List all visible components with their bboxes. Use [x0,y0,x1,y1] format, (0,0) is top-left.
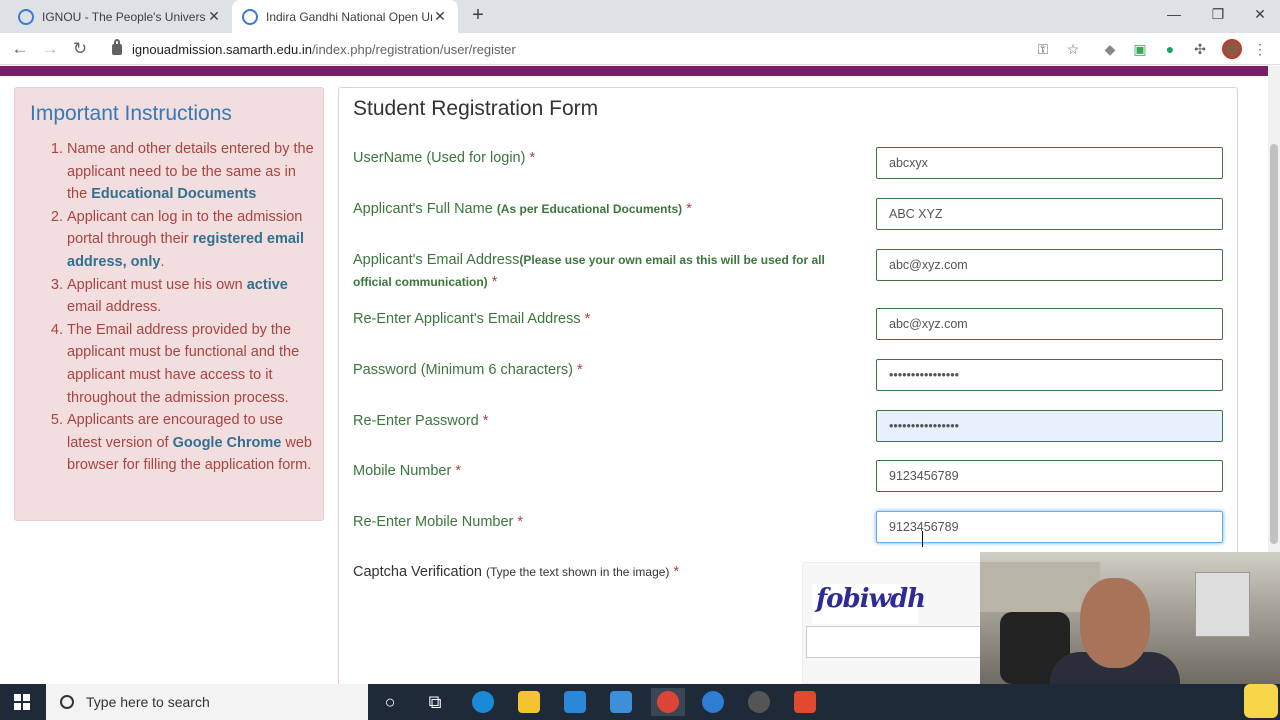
taskbar-search-placeholder: Type here to search [86,694,210,710]
address-bar[interactable]: ignouadmission.samarth.edu.in /index.php… [104,36,1224,62]
maximize-icon[interactable]: ❐ [1196,0,1240,30]
username-label: UserName (Used for login) * [353,150,536,166]
windows-start-icon[interactable] [14,694,30,710]
back-icon[interactable]: ← [8,37,32,61]
text-cursor-icon [922,531,924,547]
scrollbar-thumb[interactable] [1270,144,1278,544]
mail-icon[interactable] [607,688,635,716]
extension-icon[interactable]: ◆ [1102,41,1118,57]
instructions-panel: Important Instructions Name and other de… [14,87,324,521]
instructions-list: Name and other details entered by the ap… [30,138,320,477]
url-domain: ignouadmission.samarth.edu.in [132,41,312,57]
mobile-confirm-label: Re-Enter Mobile Number * [353,514,524,530]
webcam-overlay [980,552,1280,684]
profile-avatar[interactable] [1222,39,1242,59]
taskbar-search[interactable]: Type here to search [46,684,368,720]
ignou-favicon-icon [18,8,34,25]
captcha-image: fobiwdh [812,584,926,624]
instruction-item: Applicant must use his own active email … [67,274,320,319]
password-confirm-label: Re-Enter Password * [353,413,489,429]
email-confirm-input[interactable] [876,308,1223,340]
captcha-label: Captcha Verification (Type the text show… [353,564,680,580]
tab-title: IGNOU - The People's University [42,9,206,24]
lock-icon [112,38,122,55]
password-input[interactable] [876,359,1223,391]
key-icon[interactable]: ⚿ [1035,41,1051,57]
close-tab-icon[interactable]: ✕ [206,8,222,25]
webcam-poster [1195,572,1250,637]
fullname-label: Applicant's Full Name (As per Educationa… [353,201,692,217]
instruction-item: Applicants are encouraged to use latest … [67,409,320,477]
star-icon[interactable]: ☆ [1065,41,1081,57]
captcha-input[interactable] [806,626,982,658]
mobile-confirm-input[interactable] [876,511,1223,543]
network-app-icon[interactable] [699,688,727,716]
password-confirm-input[interactable] [876,410,1223,442]
store-icon[interactable] [561,688,589,716]
header-bar [0,66,1268,76]
cortana-icon[interactable]: ○ [376,688,404,716]
edge-icon[interactable] [469,688,497,716]
tab-registration[interactable]: Indira Gandhi National Open Uni ✕ [232,0,458,33]
form-title: Student Registration Form [353,97,599,120]
puzzle-icon[interactable]: ✣ [1192,41,1208,57]
media-app-icon[interactable] [745,688,773,716]
hangouts-icon[interactable]: ● [1162,41,1178,57]
task-view-icon[interactable]: ⧉ [421,688,449,716]
file-explorer-icon[interactable] [515,688,543,716]
close-tab-icon[interactable]: ✕ [432,8,448,25]
instruction-item: Name and other details entered by the ap… [67,138,320,206]
fullname-input[interactable] [876,198,1223,230]
menu-icon[interactable]: ⋮ [1252,41,1268,57]
minimize-icon[interactable]: — [1152,0,1196,30]
close-window-icon[interactable]: ✕ [1238,0,1280,30]
mobile-input[interactable] [876,460,1223,492]
browser-toolbar: ← → ↻ ignouadmission.samarth.edu.in /ind… [0,33,1280,65]
classroom-icon[interactable]: ▣ [1132,41,1148,57]
emoji-badge-icon [1244,684,1278,718]
tab-title: Indira Gandhi National Open Uni [266,9,432,24]
username-input[interactable] [876,147,1223,179]
reload-icon[interactable]: ↻ [68,37,92,61]
chrome-icon[interactable] [651,688,685,716]
instruction-item: Applicant can log in to the admission po… [67,206,320,274]
new-tab-icon[interactable]: + [466,4,490,27]
ignou-favicon-icon [242,8,258,25]
instructions-heading: Important Instructions [30,102,232,125]
camtasia-icon[interactable] [791,688,819,716]
email-input[interactable] [876,249,1223,281]
password-label: Password (Minimum 6 characters) * [353,362,583,378]
tab-ignou[interactable]: IGNOU - The People's University ✕ [8,0,232,33]
email-label: Applicant's Email Address(Please use you… [353,252,825,290]
url-path: /index.php/registration/user/register [311,41,516,57]
instruction-item: The Email address provided by the applic… [67,319,320,409]
forward-icon[interactable]: → [38,37,62,61]
webcam-person-head [1080,578,1150,668]
mobile-label: Mobile Number * [353,463,462,479]
search-icon [60,695,74,709]
email-confirm-label: Re-Enter Applicant's Email Address * [353,311,591,327]
